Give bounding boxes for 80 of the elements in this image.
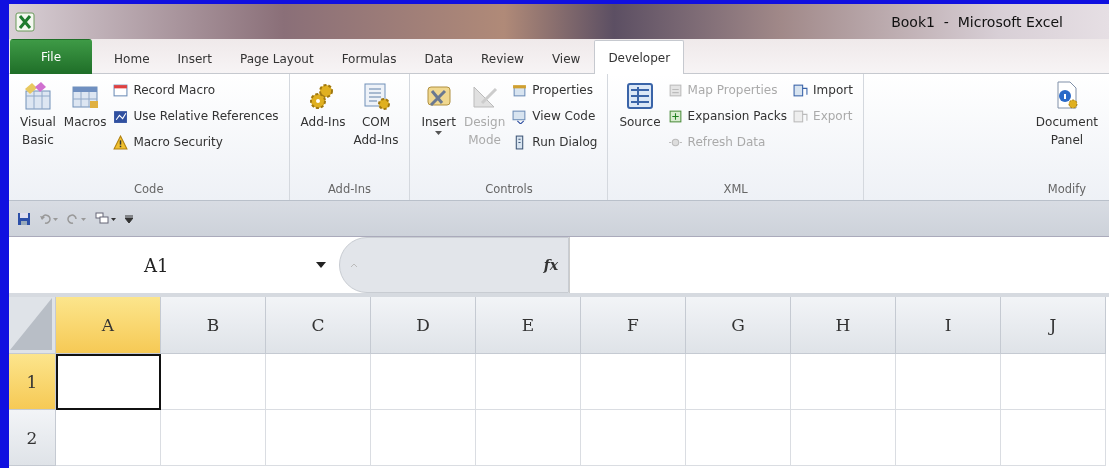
column-header[interactable]: D — [371, 297, 476, 354]
group-label: Modify — [1046, 181, 1087, 198]
excel-logo-icon[interactable] — [15, 11, 35, 32]
table-cell[interactable] — [476, 410, 581, 466]
group-label: XML — [722, 181, 749, 198]
customize-icon[interactable] — [125, 214, 133, 223]
table-cell[interactable] — [1001, 354, 1106, 410]
column-header[interactable]: E — [476, 297, 581, 354]
ribbon-button[interactable]: Properties — [510, 79, 600, 101]
ribbon-tab[interactable]: Data — [410, 43, 468, 74]
column-header[interactable]: F — [581, 297, 686, 354]
table-cell[interactable] — [686, 410, 791, 466]
table-cell[interactable] — [896, 410, 1001, 466]
select-all-icon[interactable] — [10, 298, 52, 350]
code-window-icon — [512, 108, 528, 124]
ribbon-button[interactable]: Insert — [418, 77, 459, 180]
save-icon[interactable] — [17, 211, 31, 226]
ribbon-button[interactable]: Run Dialog — [510, 131, 600, 153]
ribbon-tab[interactable]: Page Layout — [225, 43, 328, 74]
chart-grid-icon — [113, 108, 129, 124]
ribbon-tab[interactable]: Home — [100, 43, 164, 74]
table-cell[interactable] — [1001, 410, 1106, 466]
column-header[interactable]: B — [161, 297, 266, 354]
ribbon-tab[interactable]: Review — [467, 43, 538, 74]
table-cell[interactable] — [266, 410, 371, 466]
ribbon-button[interactable]: Macros — [60, 77, 110, 180]
insert-function-button[interactable]: fx — [543, 257, 558, 273]
column-header[interactable]: C — [266, 297, 371, 354]
group-label: Controls — [484, 181, 534, 198]
table-cell[interactable] — [791, 354, 896, 410]
ribbon-tab[interactable]: Developer — [594, 40, 685, 74]
ribbon-button[interactable]: Import — [791, 79, 855, 101]
group-label: Code — [133, 181, 165, 198]
table-cell[interactable] — [896, 354, 1001, 410]
table-cell[interactable] — [791, 410, 896, 466]
ribbon-button[interactable]: COM Add-Ins — [350, 77, 402, 180]
column-header[interactable]: I — [896, 297, 1001, 354]
table-cell[interactable] — [371, 354, 476, 410]
table-cell[interactable] — [266, 354, 371, 410]
ribbon-button[interactable]: View Code — [510, 105, 600, 127]
ribbon-tab[interactable]: Formulas — [327, 43, 411, 74]
ribbon-tab[interactable]: Insert — [163, 43, 226, 74]
table-cell[interactable] — [161, 354, 266, 410]
table-cell[interactable] — [476, 354, 581, 410]
table-cell[interactable] — [371, 410, 476, 466]
export-icon — [793, 108, 809, 124]
name-box[interactable]: A1 — [9, 237, 339, 293]
row-header[interactable]: 2 — [9, 410, 56, 466]
ribbon-tab[interactable]: View — [537, 43, 595, 74]
column-header[interactable]: J — [1001, 297, 1106, 354]
window-title: Book1 - Microsoft Excel — [891, 13, 1063, 30]
undo-icon[interactable] — [39, 212, 59, 225]
table-cell[interactable] — [161, 410, 266, 466]
table-cell[interactable] — [581, 410, 686, 466]
row-header[interactable]: 1 — [9, 354, 56, 410]
ribbon-tab[interactable]: File — [10, 39, 93, 74]
column-header[interactable]: H — [791, 297, 896, 354]
table-cell[interactable] — [56, 410, 161, 466]
ribbon-button[interactable]: Document Panel — [1032, 77, 1101, 180]
expand-icon[interactable] — [350, 262, 358, 268]
column-header[interactable]: G — [686, 297, 791, 354]
table-cell[interactable] — [686, 354, 791, 410]
redo-icon[interactable] — [67, 212, 87, 225]
active-cell[interactable] — [56, 354, 161, 410]
ribbon-button[interactable]: Source — [616, 77, 664, 180]
plus-sheet-icon — [667, 108, 683, 124]
import-icon — [793, 82, 809, 98]
group-label: Add-Ins — [326, 181, 373, 198]
table-cell[interactable] — [581, 354, 686, 410]
ribbon-button[interactable]: Record Macro — [111, 79, 281, 101]
form-icon[interactable] — [95, 211, 117, 226]
ribbon-button[interactable]: Visual Basic — [17, 77, 59, 180]
column-header[interactable]: A — [56, 297, 161, 354]
ribbon-button[interactable]: Macro Security — [111, 131, 281, 153]
ribbon-button[interactable]: Add-Ins — [297, 77, 349, 180]
dropdown-icon — [316, 262, 326, 268]
warning-icon — [113, 134, 129, 150]
ribbon-button[interactable]: Expansion Packs — [665, 105, 790, 127]
ribbon-button[interactable]: Use Relative References — [111, 105, 281, 127]
properties-icon — [512, 82, 528, 98]
